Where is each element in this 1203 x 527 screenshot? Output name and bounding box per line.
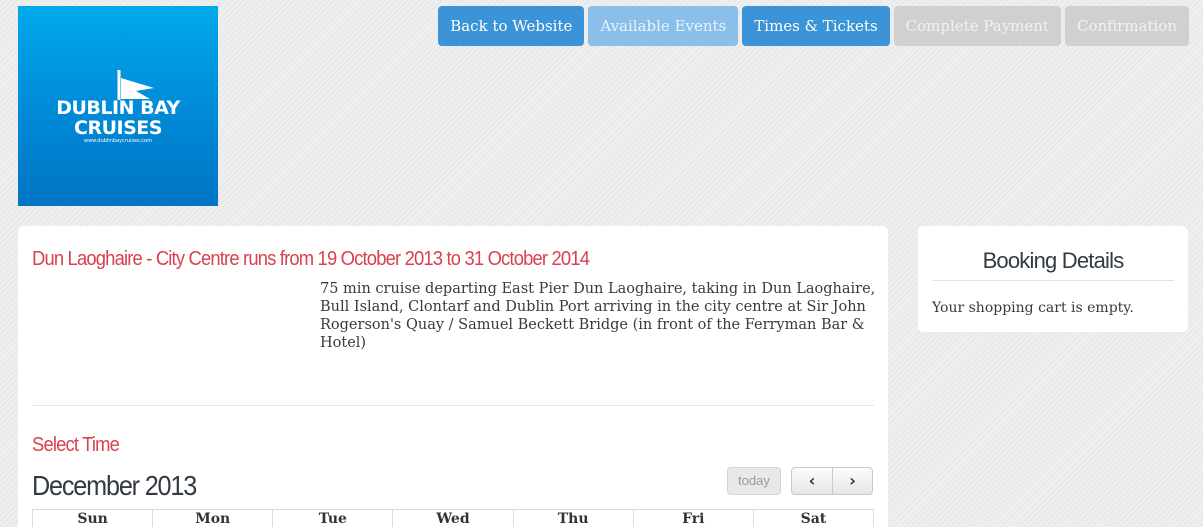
- booking-details-panel: Booking Details Your shopping cart is em…: [918, 226, 1188, 332]
- weekday-mon: Mon: [152, 510, 272, 527]
- logo-text-line2: CRUISES: [74, 117, 162, 139]
- month-navigation: ‹ ›: [791, 467, 873, 495]
- logo-text-line1: DUBLIN BAY: [56, 97, 180, 119]
- weekday-wed: Wed: [392, 510, 512, 527]
- chevron-right-icon[interactable]: ›: [831, 468, 872, 494]
- booking-details-title: Booking Details: [982, 248, 1125, 273]
- complete-payment-button: Complete Payment: [893, 6, 1061, 46]
- chevron-left-icon[interactable]: ‹: [792, 468, 832, 494]
- weekday-thu: Thu: [512, 510, 633, 527]
- weekday-sun: Sun: [77, 511, 108, 527]
- calendar-month-title: December 2013: [32, 470, 197, 501]
- event-panel: Dun Laoghaire - City Centre runs from 19…: [18, 226, 888, 527]
- calendar-weekday-header: Sun Mon Tue Wed Thu Fri Sat: [32, 509, 874, 527]
- cart-status: Your shopping cart is empty.: [932, 300, 1134, 316]
- confirmation-button: Confirmation: [1064, 6, 1189, 46]
- today-button[interactable]: today: [727, 467, 781, 495]
- booking-steps-nav: Back to Website Available Events Times &…: [438, 6, 1189, 46]
- select-time-heading: Select Time: [32, 434, 120, 456]
- section-divider: [32, 405, 874, 406]
- weekday-sat: Sat: [752, 510, 873, 527]
- back-to-website-button[interactable]: Back to Website: [438, 6, 585, 46]
- logo-url: www.dublinbaycruises.com: [84, 138, 152, 144]
- event-title: Dun Laoghaire - City Centre runs from 19…: [32, 248, 590, 270]
- available-events-button[interactable]: Available Events: [588, 6, 739, 46]
- event-description: 75 min cruise departing East Pier Dun La…: [320, 281, 876, 351]
- weekday-tue: Tue: [272, 510, 392, 527]
- booking-divider: [932, 280, 1174, 281]
- dublin-bay-cruises-logo[interactable]: DUBLIN BAY CRUISES www.dublinbaycruises.…: [18, 6, 218, 206]
- times-tickets-button[interactable]: Times & Tickets: [742, 6, 890, 46]
- weekday-fri: Fri: [632, 510, 753, 527]
